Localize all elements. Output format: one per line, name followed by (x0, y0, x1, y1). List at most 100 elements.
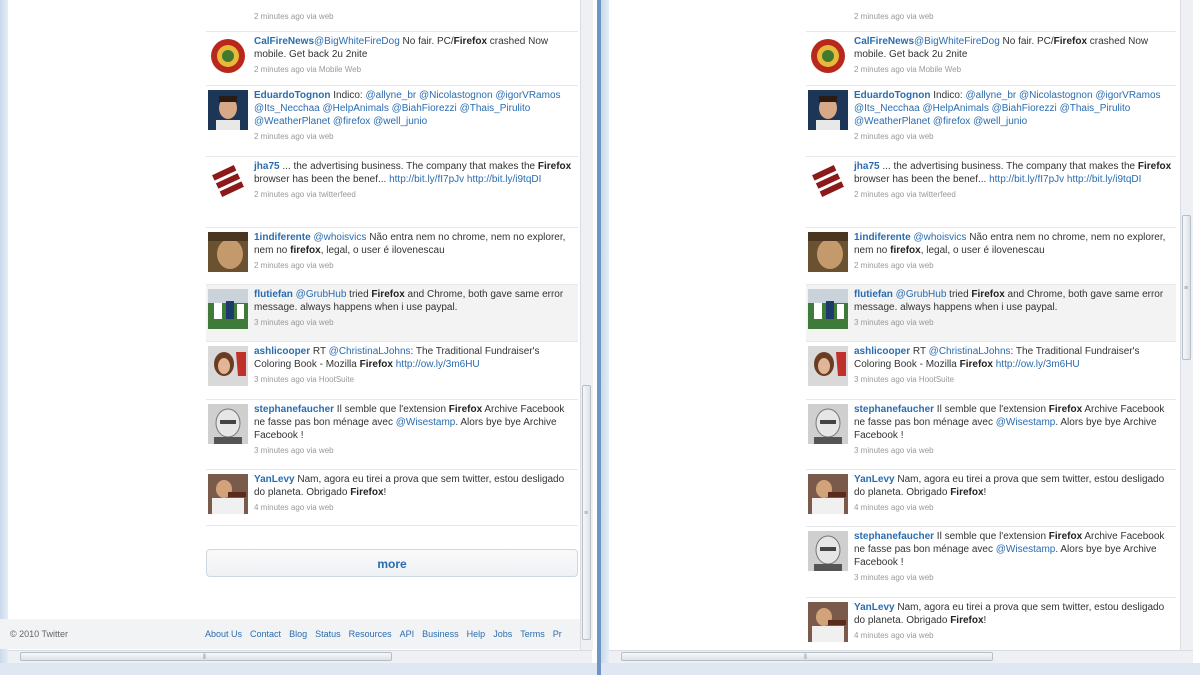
url-link[interactable]: http://bit.ly/i9tqDI (1067, 174, 1141, 185)
footer-link[interactable]: Resources (349, 629, 392, 639)
tweet: jha75 ... the advertising business. The … (806, 157, 1176, 228)
mention-link[interactable]: @firefox (933, 116, 970, 127)
man-avatar[interactable] (808, 90, 848, 130)
tweet-username[interactable]: EduardoTognon (254, 90, 330, 101)
tweet-username[interactable]: stephanefaucher (854, 404, 934, 415)
url-link[interactable]: http://bit.ly/fI7pJv (989, 174, 1064, 185)
woman-avatar[interactable] (808, 346, 848, 386)
bald-man-avatar[interactable] (808, 404, 848, 444)
mention-link[interactable]: @HelpAnimals (923, 103, 989, 114)
face-avatar[interactable] (808, 232, 848, 272)
tweet-username[interactable]: EduardoTognon (854, 90, 930, 101)
mention-link[interactable]: @BiahFiorezzi (392, 103, 457, 114)
left-vertical-scrollbar[interactable]: ≡ (580, 0, 593, 650)
mention-link[interactable]: @igorVRamos (495, 90, 560, 101)
tweet-username[interactable]: CalFireNews (854, 36, 914, 47)
footer-link[interactable]: Jobs (493, 629, 512, 639)
mention-link[interactable]: @ChristinaLJohns (329, 346, 411, 357)
guitar-avatar[interactable] (808, 602, 848, 642)
mention-link[interactable]: @BiahFiorezzi (992, 103, 1057, 114)
tweet-username[interactable]: ashlicooper (254, 346, 310, 357)
footer-link[interactable]: Terms (520, 629, 545, 639)
mention-link[interactable]: @Its_Necchaa (854, 103, 920, 114)
mention-link[interactable]: @HelpAnimals (323, 103, 389, 114)
right-vertical-scrollbar[interactable]: ≡ (1180, 0, 1193, 650)
scrollbar-thumb[interactable]: ‖ (20, 652, 392, 661)
mention-link[interactable]: @firefox (333, 116, 370, 127)
mention-link[interactable]: @WeatherPlanet (854, 116, 930, 127)
left-browser-window: 2 minutes ago via web CalFireNews@BigWhi… (0, 0, 597, 675)
mention-link[interactable]: @whoisvics (313, 232, 366, 243)
tweet-text: RT (310, 346, 329, 357)
left-horizontal-scrollbar[interactable]: ‖ (8, 650, 592, 663)
tweet-username[interactable]: 1indiferente (854, 232, 911, 243)
bald-man-avatar[interactable] (208, 404, 248, 444)
mention-link[interactable]: @Wisestamp (396, 417, 456, 428)
mention-link[interactable]: @BigWhiteFireDog (914, 36, 1000, 47)
mention-link[interactable]: @allyne_br (966, 90, 1017, 101)
mention-link[interactable]: @allyne_br (366, 90, 417, 101)
man-avatar[interactable] (208, 90, 248, 130)
scrollbar-thumb[interactable]: ‖ (621, 652, 993, 661)
url-link[interactable]: http://ow.ly/3m6HU (396, 359, 480, 370)
fire-badge-avatar[interactable] (208, 36, 248, 76)
mention-link[interactable]: @Nicolastognon (1019, 90, 1093, 101)
tweet-username[interactable]: jha75 (854, 161, 880, 172)
tweet-username[interactable]: CalFireNews (254, 36, 314, 47)
mention-link[interactable]: @Its_Necchaa (254, 103, 320, 114)
mention-link[interactable]: @Thais_Pirulito (460, 103, 531, 114)
mention-link[interactable]: @whoisvics (913, 232, 966, 243)
right-horizontal-scrollbar[interactable]: ‖ (609, 650, 1193, 663)
footer-link[interactable]: Blog (289, 629, 307, 639)
mention-link[interactable]: @BigWhiteFireDog (314, 36, 400, 47)
footer-link[interactable]: Status (315, 629, 341, 639)
footer-link[interactable]: Contact (250, 629, 281, 639)
football-avatar[interactable] (208, 289, 248, 329)
woman-avatar[interactable] (208, 346, 248, 386)
footer-link[interactable]: API (400, 629, 415, 639)
fire-badge-avatar[interactable] (808, 36, 848, 76)
tweet-text: tried (946, 289, 972, 300)
mention-link[interactable]: @well_junio (373, 116, 427, 127)
more-button[interactable]: more (206, 549, 578, 577)
scrollbar-thumb[interactable]: ≡ (582, 385, 591, 640)
mention-link[interactable]: @igorVRamos (1095, 90, 1160, 101)
guitar-avatar[interactable] (208, 474, 248, 514)
mention-link[interactable]: @Wisestamp (996, 544, 1056, 555)
tweet-username[interactable]: YanLevy (854, 474, 895, 485)
mention-link[interactable]: @GrubHub (296, 289, 347, 300)
mention-link[interactable]: @Wisestamp (996, 417, 1056, 428)
mention-link[interactable]: @ChristinaLJohns (929, 346, 1011, 357)
sign-avatar[interactable] (208, 161, 248, 201)
footer-link[interactable]: Business (422, 629, 459, 639)
mention-link[interactable]: @WeatherPlanet (254, 116, 330, 127)
url-link[interactable]: http://bit.ly/fI7pJv (389, 174, 464, 185)
guitar-avatar[interactable] (808, 474, 848, 514)
footer-link[interactable]: About Us (205, 629, 242, 639)
mention-link[interactable]: @Nicolastognon (419, 90, 493, 101)
tweet-username[interactable]: ashlicooper (854, 346, 910, 357)
url-link[interactable]: http://bit.ly/i9tqDI (467, 174, 541, 185)
tweet-username[interactable]: YanLevy (254, 474, 295, 485)
footer-link[interactable]: Pr (553, 629, 562, 639)
tweet-text: ! (983, 615, 987, 626)
tweet-username[interactable]: stephanefaucher (254, 404, 334, 415)
football-avatar[interactable] (808, 289, 848, 329)
mention-link[interactable]: @Thais_Pirulito (1060, 103, 1131, 114)
tweet-username[interactable]: YanLevy (854, 602, 895, 613)
tweet-username[interactable]: stephanefaucher (854, 531, 934, 542)
mention-link[interactable]: @GrubHub (896, 289, 947, 300)
tweet-username[interactable]: flutiefan (854, 289, 893, 300)
sign-avatar[interactable] (808, 161, 848, 201)
tweet-username[interactable]: jha75 (254, 161, 280, 172)
tweet-username[interactable]: flutiefan (254, 289, 293, 300)
url-link[interactable]: http://ow.ly/3m6HU (996, 359, 1080, 370)
tweet-meta: 2 minutes ago via Mobile Web (854, 65, 962, 74)
face-avatar[interactable] (208, 232, 248, 272)
footer-link[interactable]: Help (467, 629, 486, 639)
bald-man-avatar[interactable] (808, 531, 848, 571)
tweet-text: browser has been the benef... (254, 174, 390, 185)
tweet-username[interactable]: 1indiferente (254, 232, 311, 243)
scrollbar-thumb[interactable]: ≡ (1182, 215, 1191, 360)
mention-link[interactable]: @well_junio (973, 116, 1027, 127)
